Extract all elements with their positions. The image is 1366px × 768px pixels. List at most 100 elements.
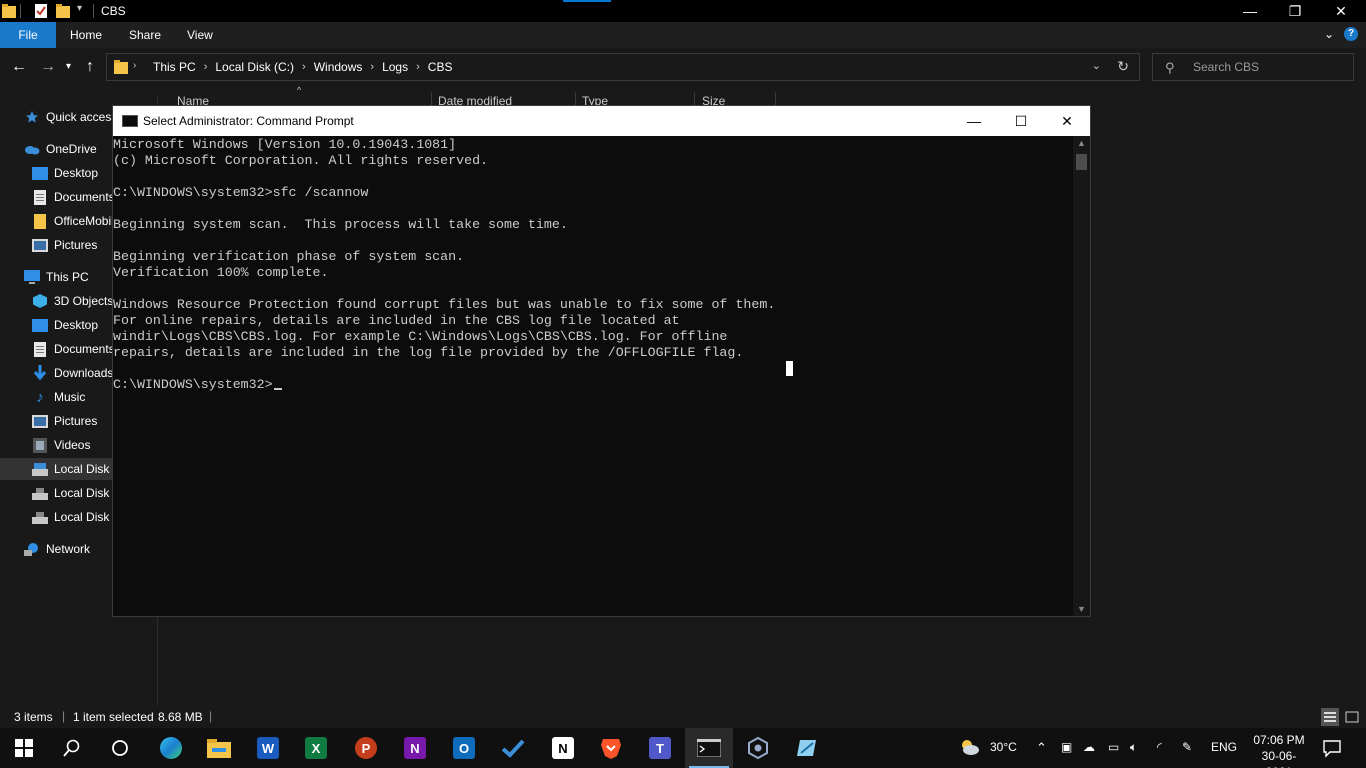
nav-label: Pictures	[54, 414, 98, 428]
show-hidden-icons-chevron-icon[interactable]: ⌃	[1036, 740, 1047, 756]
search-button[interactable]	[48, 728, 96, 768]
volume-icon[interactable]: 🔈︎	[1130, 740, 1137, 755]
nav-network[interactable]: Network	[24, 538, 90, 560]
taskbar-excel[interactable]: X	[292, 728, 340, 768]
task-view-button[interactable]	[96, 728, 144, 768]
todo-checkmark-icon	[501, 739, 525, 758]
teams-icon: T	[649, 737, 671, 759]
details-view-button[interactable]	[1321, 708, 1339, 726]
scroll-down-icon[interactable]: ▼	[1077, 604, 1086, 614]
breadcrumb-logs[interactable]: Logs	[376, 60, 414, 74]
console-line: For online repairs, details are included…	[113, 313, 680, 328]
nav-label: OfficeMobile	[54, 214, 121, 228]
weather-cloud-icon[interactable]	[958, 738, 980, 759]
properties-icon[interactable]	[34, 3, 48, 19]
breadcrumb-this-pc[interactable]: This PC	[147, 60, 202, 74]
nav-label: Music	[54, 390, 86, 404]
scroll-thumb[interactable]	[1076, 154, 1087, 170]
taskbar-todo[interactable]	[489, 728, 537, 768]
nav-label: Documents	[54, 342, 115, 356]
chevron-down-icon[interactable]: ⌄	[1092, 59, 1101, 72]
forward-icon[interactable]: →	[40, 58, 56, 76]
cmd-minimize-button[interactable]: —	[951, 106, 997, 136]
chevron-right-icon[interactable]: ›	[300, 61, 308, 73]
taskbar-word[interactable]: W	[244, 728, 292, 768]
console-line: C:\WINDOWS\system32>sfc /scannow	[113, 185, 369, 200]
taskbar-outlook[interactable]: O	[440, 728, 488, 768]
large-icons-view-button[interactable]	[1343, 708, 1361, 726]
tab-home[interactable]: Home	[56, 22, 116, 48]
meet-now-icon[interactable]: ▣	[1061, 740, 1072, 754]
cloud-icon	[24, 141, 40, 157]
expand-ribbon-icon[interactable]: ⌄	[1324, 27, 1334, 41]
search-input[interactable]: ⚲ Search CBS	[1152, 53, 1354, 81]
taskbar-edge[interactable]	[147, 728, 195, 768]
taskbar-onenote[interactable]: N	[391, 728, 439, 768]
chevron-right-icon[interactable]: ›	[368, 61, 376, 73]
taskbar-notion[interactable]: N	[539, 728, 587, 768]
console-output[interactable]: Microsoft Windows [Version 10.0.19043.10…	[113, 136, 1073, 616]
nav-onedrive[interactable]: OneDrive	[24, 138, 97, 160]
taskbar-brave[interactable]	[587, 728, 635, 768]
taskbar-snip-app[interactable]	[783, 728, 831, 768]
chevron-right-icon[interactable]: ›	[202, 61, 210, 73]
taskbar-powerpoint[interactable]: P	[342, 728, 390, 768]
weather-temperature[interactable]: 30°C	[990, 740, 1017, 754]
divider: |	[209, 709, 213, 723]
close-button[interactable]: ✕	[1318, 0, 1364, 22]
terminal-icon	[697, 739, 721, 757]
back-icon[interactable]: ←	[11, 58, 27, 76]
scroll-up-icon[interactable]: ▲	[1077, 138, 1086, 148]
battery-icon[interactable]: ▭	[1108, 740, 1119, 754]
onedrive-cloud-icon[interactable]: ☁	[1083, 740, 1095, 754]
nav-label: Desktop	[54, 166, 99, 180]
star-icon	[24, 109, 40, 125]
input-language[interactable]: ENG	[1211, 740, 1237, 754]
console-line: Windows Resource Protection found corrup…	[113, 297, 776, 312]
cmd-title-bar[interactable]: Select Administrator: Command Prompt — ☐…	[113, 106, 1090, 136]
address-bar[interactable]: › This PC › Local Disk (C:) › Windows › …	[106, 53, 1140, 81]
tab-view[interactable]: View	[173, 22, 227, 48]
cmd-close-button[interactable]: ✕	[1044, 106, 1090, 136]
taskbar-settings-app[interactable]	[734, 728, 782, 768]
nav-quick-access[interactable]: Quick access	[24, 106, 117, 128]
start-button[interactable]	[0, 728, 48, 768]
cmd-maximize-button[interactable]: ☐	[998, 106, 1044, 136]
breadcrumb-local-disk[interactable]: Local Disk (C:)	[209, 60, 300, 74]
nav-label: Downloads	[54, 366, 114, 380]
chevron-right-icon[interactable]: ›	[414, 61, 422, 73]
customize-quick-access-icon[interactable]: ▾	[77, 3, 82, 19]
taskbar-command-prompt[interactable]	[685, 728, 733, 768]
taskbar-file-explorer[interactable]	[195, 728, 243, 768]
chat-bubble-icon	[1323, 740, 1341, 758]
console-prompt-line[interactable]: C:\WINDOWS\system32>	[113, 377, 1073, 393]
windows-icon	[15, 739, 33, 757]
clock[interactable]: 07:06 PM 30-06-2021	[1250, 732, 1308, 768]
pen-workspace-icon[interactable]: ✎	[1182, 740, 1192, 754]
wifi-icon[interactable]: ◜	[1157, 740, 1162, 754]
tab-share[interactable]: Share	[115, 22, 175, 48]
up-icon[interactable]: ↑	[86, 58, 94, 76]
new-folder-icon[interactable]	[56, 3, 70, 19]
taskbar: W X P N O N T 30°C ⌃ ▣ ☁ ▭ 🔈︎ ◜ ✎ ENG 07…	[0, 728, 1366, 768]
notification-center-button[interactable]	[1322, 738, 1342, 761]
taskbar-teams[interactable]: T	[636, 728, 684, 768]
document-icon	[32, 341, 48, 357]
help-icon[interactable]: ?	[1344, 27, 1358, 41]
console-line: repairs, details are included in the log…	[113, 345, 744, 360]
nav-this-pc[interactable]: This PC	[24, 266, 89, 288]
breadcrumb-windows[interactable]: Windows	[308, 60, 369, 74]
breadcrumb-cbs[interactable]: CBS	[422, 60, 459, 74]
chevron-right-icon[interactable]: ›	[133, 60, 136, 71]
recent-locations-icon[interactable]: ▾	[66, 61, 71, 72]
minimize-button[interactable]: —	[1227, 0, 1273, 22]
refresh-icon[interactable]: ↻	[1117, 58, 1129, 75]
restore-button[interactable]: ❐	[1272, 0, 1318, 22]
cmd-scrollbar[interactable]: ▲ ▼	[1073, 136, 1090, 616]
tab-file[interactable]: File	[0, 22, 56, 48]
music-icon: ♪	[36, 388, 44, 406]
command-prompt-window[interactable]: Select Administrator: Command Prompt — ☐…	[112, 105, 1091, 617]
